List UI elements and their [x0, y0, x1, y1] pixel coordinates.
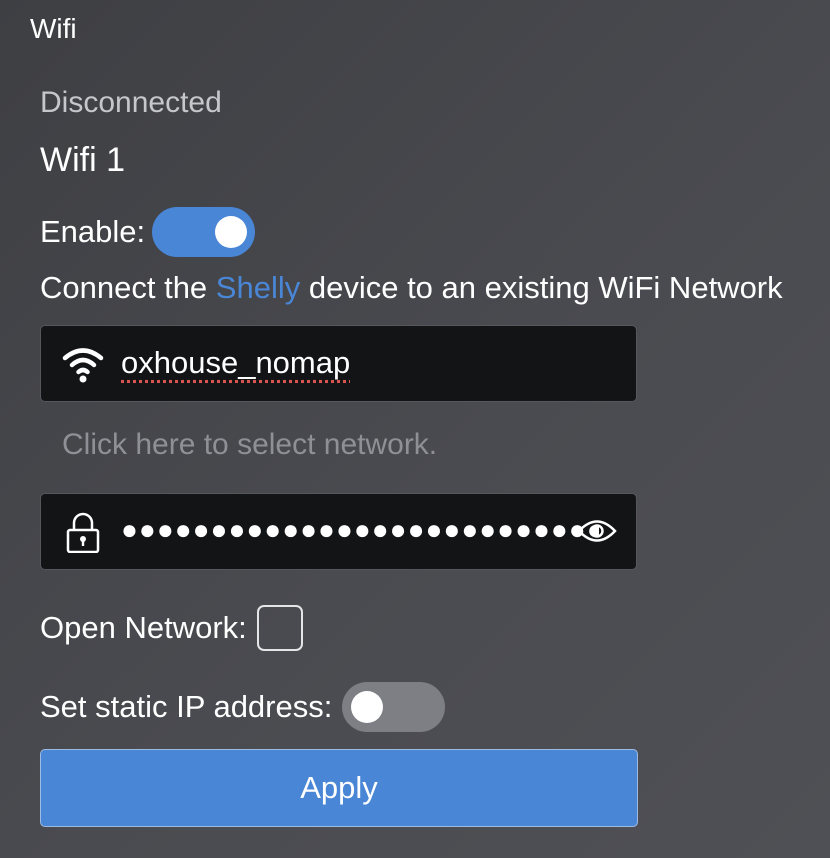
lock-icon	[66, 512, 100, 553]
enable-row: Enable:	[40, 207, 256, 257]
ssid-value: oxhouse_nomap	[121, 345, 351, 380]
open-network-row: Open Network:	[40, 603, 303, 653]
static-ip-toggle[interactable]	[342, 682, 446, 732]
open-network-label: Open Network:	[40, 610, 247, 645]
password-field[interactable]: ●●●●●●●●●●●●●●●●●●●●●●●●●●●●●●●●●	[40, 493, 637, 570]
eye-icon[interactable]	[577, 516, 617, 546]
ssid-field[interactable]: oxhouse_nomap	[40, 325, 637, 402]
toggle-knob	[215, 216, 248, 248]
enable-label: Enable:	[40, 214, 146, 249]
toggle-knob	[351, 691, 384, 723]
wifi-description: Connect the Shelly device to an existing…	[40, 270, 783, 306]
open-network-checkbox[interactable]	[256, 605, 303, 651]
description-text: Connect the	[40, 270, 216, 305]
connection-status: Disconnected	[40, 86, 222, 119]
wifi-name: Wifi 1	[40, 141, 125, 179]
panel-title: Wifi	[30, 13, 77, 44]
select-network-link[interactable]: Click here to select network.	[62, 428, 437, 462]
password-value: ●●●●●●●●●●●●●●●●●●●●●●●●●●●●●●●●●	[121, 514, 599, 545]
brand-name: Shelly	[215, 270, 301, 305]
static-ip-row: Set static IP address:	[40, 682, 446, 732]
wifi-icon	[62, 348, 104, 383]
apply-button[interactable]: Apply	[40, 749, 638, 827]
static-ip-label: Set static IP address:	[40, 689, 333, 724]
description-text-end: device to an existing WiFi Network	[300, 270, 783, 305]
enable-toggle[interactable]	[152, 207, 256, 257]
